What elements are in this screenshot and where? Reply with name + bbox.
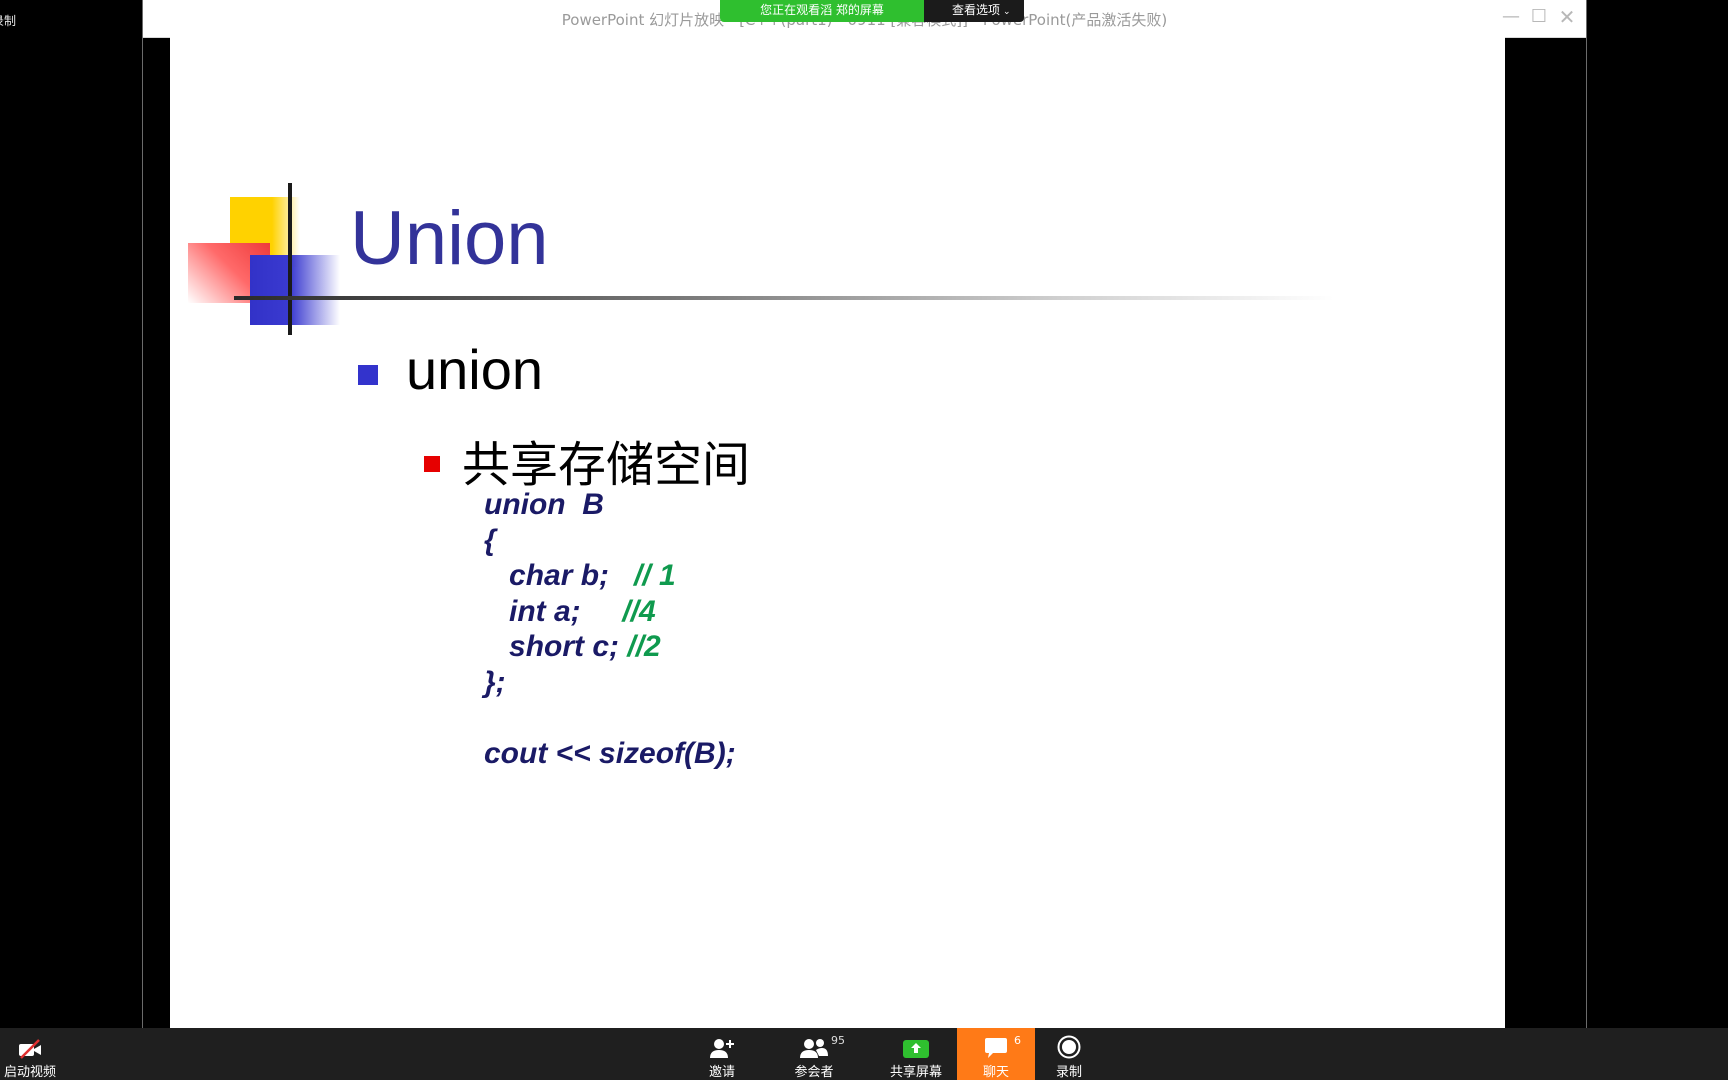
maximize-button[interactable]: ☐ xyxy=(1526,4,1552,30)
bullet-level1-text: union xyxy=(406,338,544,401)
record-icon xyxy=(1057,1032,1081,1059)
record-button[interactable]: 录制 xyxy=(1034,1028,1104,1080)
code-block: union B{ char b; // 1 int a; //4 short c… xyxy=(484,487,736,772)
participants-label: 参会者 xyxy=(794,1065,834,1080)
video-off-icon xyxy=(17,1032,43,1059)
view-options-label: 查看选项 xyxy=(952,3,1001,17)
share-screen-label: 共享屏幕 xyxy=(889,1065,942,1080)
corner-label: 录制 xyxy=(0,14,16,28)
chat-count: 6 xyxy=(1014,1034,1021,1047)
code-comment: // 1 xyxy=(634,559,676,593)
code-comment: //2 xyxy=(627,630,661,664)
bullet-square-icon xyxy=(358,364,378,385)
code-text: short c; xyxy=(484,630,628,664)
code-line: union B xyxy=(484,488,604,521)
decor-blue-square xyxy=(250,255,340,325)
chevron-down-icon: ⌄ xyxy=(1003,7,1011,17)
participants-icon xyxy=(799,1032,829,1059)
desktop-screen: 录制 PowerPoint 幻灯片放映 - [C++(part1) - 0911… xyxy=(0,0,1728,1080)
share-screen-icon xyxy=(902,1032,930,1059)
code-text: int a; xyxy=(484,594,623,628)
start-video-label: 启动视频 xyxy=(3,1065,56,1080)
code-line: short c; //2 xyxy=(484,629,736,665)
bullet-square-icon xyxy=(424,456,440,472)
code-line: }; xyxy=(484,665,506,699)
participants-button[interactable]: 参会者 95 xyxy=(779,1028,849,1080)
slide-title: Union xyxy=(350,196,549,281)
share-status: 您正在观看滔 郑的屏幕 xyxy=(720,0,924,22)
start-video-button[interactable]: 启动视频 xyxy=(0,1028,70,1080)
chat-button[interactable]: 聊天 6 xyxy=(957,1028,1035,1080)
add-person-icon xyxy=(709,1032,735,1059)
title-underline xyxy=(234,296,1334,300)
meeting-toolbar: 启动视频 邀请 参会者 95 共享屏幕 聊天 6 录制 xyxy=(0,1028,1728,1080)
view-options-button[interactable]: 查看选项 ⌄ xyxy=(924,0,1024,22)
title-decoration xyxy=(188,183,348,343)
bullet-level2-text: 共享存储空间 xyxy=(462,437,751,493)
bullet-level1: union xyxy=(358,337,543,402)
invite-label: 邀请 xyxy=(708,1065,735,1080)
decor-vertical-line xyxy=(288,183,292,335)
chat-bubble-icon xyxy=(983,1032,1009,1059)
code-line: cout << sizeof(B); xyxy=(484,737,736,771)
minimize-button[interactable]: — xyxy=(1498,4,1524,30)
code-line: { xyxy=(484,523,496,557)
code-text: char b; xyxy=(484,559,635,593)
invite-button[interactable]: 邀请 xyxy=(687,1028,757,1080)
chat-label: 聊天 xyxy=(982,1065,1009,1080)
record-label: 录制 xyxy=(1055,1065,1082,1080)
participants-count: 95 xyxy=(831,1034,845,1047)
code-line: ​ xyxy=(484,701,736,737)
slide: Union union 共享存储空间 union B{ char b; // 1… xyxy=(170,37,1505,1028)
share-screen-button[interactable]: 共享屏幕 xyxy=(880,1028,952,1080)
close-button[interactable]: ✕ xyxy=(1554,4,1580,30)
code-comment: //4 xyxy=(622,594,656,628)
code-line: int a; //4 xyxy=(484,594,736,630)
code-line: char b; // 1 xyxy=(484,558,736,594)
bullet-level2: 共享存储空间 xyxy=(424,425,750,495)
screen-share-banner: 您正在观看滔 郑的屏幕 查看选项 ⌄ xyxy=(720,0,1024,22)
